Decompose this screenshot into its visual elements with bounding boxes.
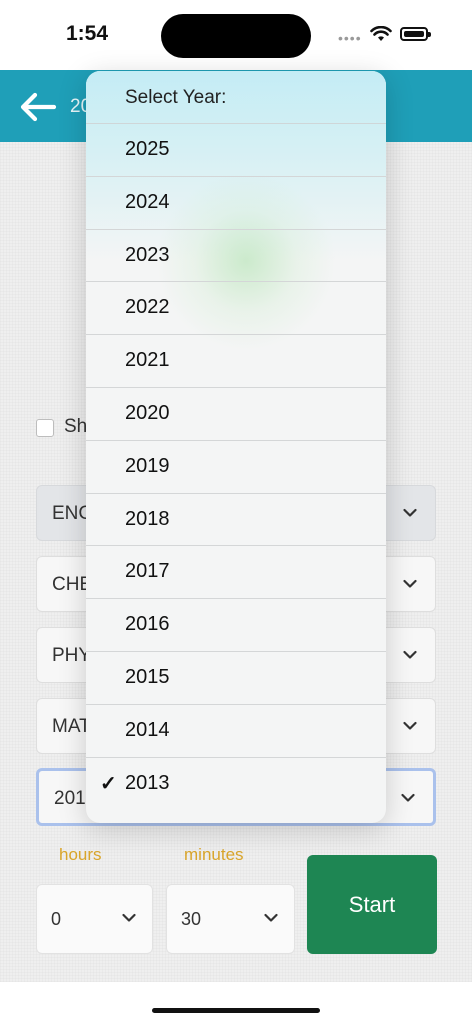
year-option-label: 2013 bbox=[125, 771, 170, 794]
year-option-2023[interactable]: 2023 bbox=[86, 230, 386, 283]
dropdown-header: Select Year: bbox=[86, 71, 386, 124]
year-option-2018[interactable]: 2018 bbox=[86, 494, 386, 547]
chevron-down-icon bbox=[264, 913, 278, 922]
year-option-label: 2020 bbox=[125, 401, 170, 424]
chevron-down-icon bbox=[401, 793, 415, 802]
year-option-label: 2018 bbox=[125, 507, 170, 530]
year-option-label: 2023 bbox=[125, 243, 170, 266]
year-list: 2025 2024 2023 2022 2021 2020 2019 2018 2017 2016… bbox=[86, 124, 386, 810]
year-option-2015[interactable]: 2015 bbox=[86, 652, 386, 705]
back-arrow-icon[interactable] bbox=[18, 92, 58, 122]
minutes-label: minutes bbox=[184, 845, 244, 864]
year-option-label: 2022 bbox=[125, 296, 170, 319]
year-option-2016[interactable]: 2016 bbox=[86, 599, 386, 652]
checkmark-icon: ✓ bbox=[100, 772, 117, 795]
minutes-value: 30 bbox=[181, 909, 202, 929]
year-option-label: 2021 bbox=[125, 349, 170, 372]
year-option-2013[interactable]: ✓ 2013 bbox=[86, 758, 386, 811]
select-value: MAT bbox=[52, 716, 91, 737]
year-option-label: 2025 bbox=[125, 138, 170, 160]
year-option-2024[interactable]: 2024 bbox=[86, 177, 386, 230]
chevron-down-icon bbox=[403, 650, 417, 659]
year-option-label: 2016 bbox=[125, 613, 170, 636]
wifi-icon bbox=[370, 26, 392, 41]
year-option-label: 2014 bbox=[125, 718, 170, 741]
show-checkbox[interactable] bbox=[36, 419, 54, 437]
status-time: 1:54 bbox=[66, 22, 109, 45]
start-button[interactable]: Start bbox=[307, 855, 437, 954]
dropdown-title: Select Year: bbox=[125, 87, 227, 108]
chevron-down-icon bbox=[403, 721, 417, 730]
hours-select[interactable]: 0 bbox=[36, 884, 153, 954]
minutes-select[interactable]: 30 bbox=[166, 884, 295, 954]
hours-label: hours bbox=[59, 845, 102, 864]
year-option-2025[interactable]: 2025 bbox=[86, 124, 386, 177]
year-option-label: 2019 bbox=[125, 454, 170, 477]
hours-value: 0 bbox=[51, 909, 62, 929]
show-checkbox-label: Sh bbox=[64, 416, 88, 437]
year-dropdown-menu: Select Year: 2025 2024 2023 2022 2021 2020 201… bbox=[86, 71, 386, 823]
year-option-label: 2017 bbox=[125, 560, 170, 583]
chevron-down-icon bbox=[403, 579, 417, 588]
chevron-down-icon bbox=[403, 508, 417, 517]
battery-icon bbox=[400, 27, 431, 41]
dynamic-island bbox=[161, 14, 311, 58]
year-option-2021[interactable]: 2021 bbox=[86, 335, 386, 388]
bottom-bar bbox=[0, 982, 472, 1024]
year-option-2014[interactable]: 2014 bbox=[86, 705, 386, 758]
year-option-2020[interactable]: 2020 bbox=[86, 388, 386, 441]
signal-icon: •••• bbox=[338, 30, 362, 46]
chevron-down-icon bbox=[122, 913, 136, 922]
year-option-label: 2024 bbox=[125, 190, 170, 213]
home-indicator[interactable] bbox=[152, 1008, 320, 1013]
year-option-2019[interactable]: 2019 bbox=[86, 441, 386, 494]
year-option-2022[interactable]: 2022 bbox=[86, 282, 386, 336]
year-option-label: 2015 bbox=[125, 665, 170, 688]
status-bar: 1:54 •••• bbox=[0, 0, 472, 70]
year-option-2017[interactable]: 2017 bbox=[86, 546, 386, 600]
